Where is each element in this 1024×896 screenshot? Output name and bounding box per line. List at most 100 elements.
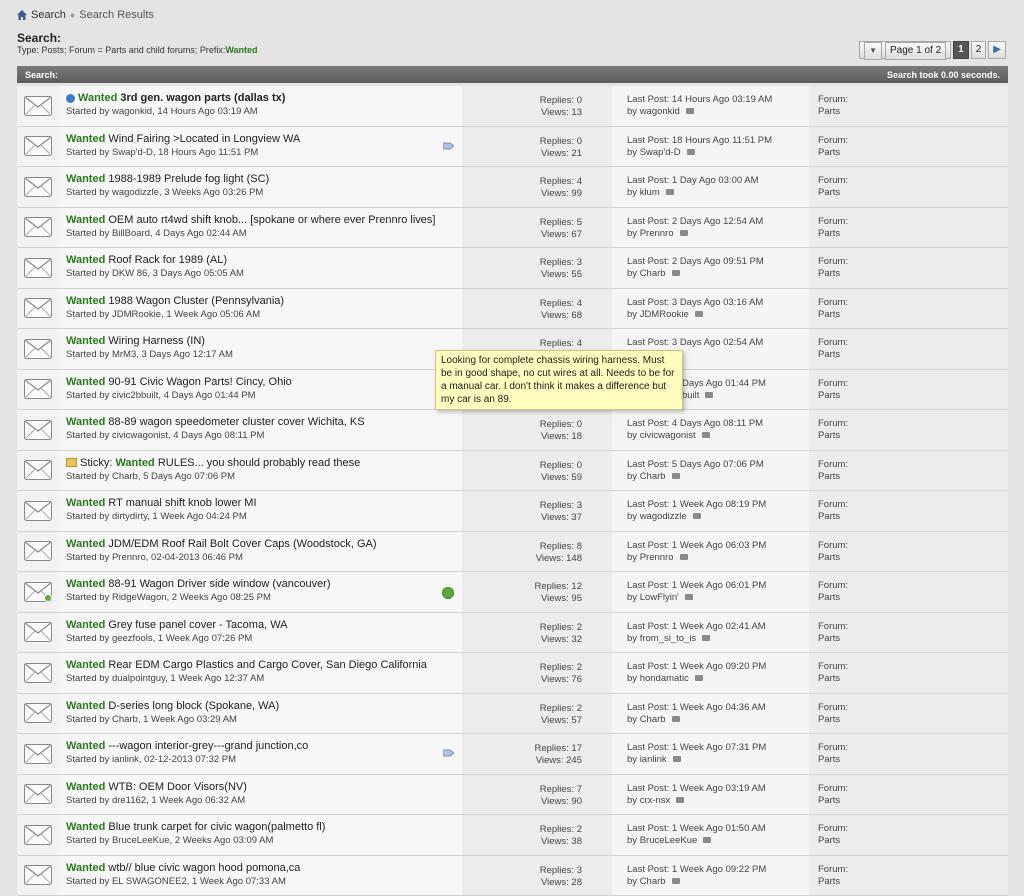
go-to-last-post-icon[interactable] (680, 230, 688, 236)
forum-link[interactable]: Parts (818, 430, 1008, 442)
forum-link[interactable]: Parts (818, 228, 1008, 240)
thread-starter-info[interactable]: Prennro, 02-04-2013 06:46 PM (112, 552, 243, 563)
thread-title-link[interactable]: Roof Rack for 1989 (AL) (108, 254, 227, 266)
thread-starter-info[interactable]: dirtydirty, 1 Week Ago 04:24 PM (112, 511, 247, 522)
page-link-2[interactable]: 2 (971, 41, 987, 59)
thread-status-cell[interactable] (17, 653, 59, 693)
thread-status-cell[interactable] (17, 532, 59, 572)
forum-link[interactable]: Parts (818, 835, 1008, 847)
thread-title-link[interactable]: wtb// blue civic wagon hood pomona,ca (108, 862, 300, 874)
go-to-last-post-icon[interactable] (680, 554, 688, 560)
thread-status-cell[interactable] (17, 329, 59, 369)
last-post-user[interactable]: LowFlyin' (640, 592, 679, 603)
thread-status-cell[interactable] (17, 775, 59, 815)
thread-starter-info[interactable]: ianlink, 02-12-2013 07:32 PM (112, 754, 236, 765)
thread-row[interactable]: Sticky: Wanted RULES... you should proba… (17, 451, 1008, 492)
thread-title-link[interactable]: 90-91 Civic Wagon Parts! Cincy, Ohio (108, 376, 291, 388)
forum-link[interactable]: Parts (818, 187, 1008, 199)
thread-title-link[interactable]: ---wagon interior-grey---grand junction,… (108, 740, 308, 752)
thread-title-link[interactable]: D-series long block (Spokane, WA) (108, 700, 279, 712)
thread-title-link[interactable]: RULES... you should probably read these (158, 457, 360, 469)
last-post-user[interactable]: built (682, 390, 699, 401)
forum-link[interactable]: Parts (818, 754, 1008, 766)
thread-title-link[interactable]: 3rd gen. wagon parts (dallas tx) (120, 92, 285, 104)
thread-title-link[interactable]: OEM auto rt4wd shift knob... [spokane or… (108, 214, 435, 226)
thread-title-link[interactable]: Wind Fairing >Located in Longview WA (108, 133, 300, 145)
thread-row[interactable]: Wanted OEM auto rt4wd shift knob... [spo… (17, 208, 1008, 249)
last-post-user[interactable]: Swap'd-D (640, 147, 681, 158)
thread-title-link[interactable]: 1988-1989 Prelude fog light (SC) (108, 173, 269, 185)
thread-title-link[interactable]: Blue trunk carpet for civic wagon(palmet… (108, 821, 325, 833)
last-post-user[interactable]: wagonkid (640, 106, 680, 117)
forum-link[interactable]: Parts (818, 268, 1008, 280)
thread-row[interactable]: Wanted Wind Fairing >Located in Longview… (17, 127, 1008, 168)
thread-title-link[interactable]: 88-89 wagon speedometer cluster cover Wi… (108, 416, 364, 428)
thread-status-cell[interactable] (17, 167, 59, 207)
thread-status-cell[interactable] (17, 86, 59, 126)
thread-title-link[interactable]: Grey fuse panel cover - Tacoma, WA (108, 619, 287, 631)
thread-status-cell[interactable] (17, 491, 59, 531)
thread-status-cell[interactable] (17, 127, 59, 167)
thread-status-cell[interactable] (17, 613, 59, 653)
thread-row[interactable]: Wanted 1988-1989 Prelude fog light (SC)S… (17, 167, 1008, 208)
thread-row[interactable]: Wanted RT manual shift knob lower MIStar… (17, 491, 1008, 532)
last-post-user[interactable]: hondamatic (640, 673, 689, 684)
thread-row[interactable]: Wanted 3rd gen. wagon parts (dallas tx)S… (17, 86, 1008, 127)
breadcrumb-search-link[interactable]: Search (31, 9, 66, 21)
thread-title-link[interactable]: RT manual shift knob lower MI (108, 497, 256, 509)
thread-row[interactable]: Wanted 1988 Wagon Cluster (Pennsylvania)… (17, 289, 1008, 330)
thread-starter-info[interactable]: Charb, 5 Days Ago 07:06 PM (112, 471, 235, 482)
go-to-last-post-icon[interactable] (673, 756, 681, 762)
thread-starter-info[interactable]: dualpointguy, 1 Week Ago 12:37 AM (112, 673, 264, 684)
thread-starter-info[interactable]: BillBoard, 4 Days Ago 02:44 AM (112, 228, 247, 239)
thread-starter-info[interactable]: EL SWAGONEE2, 1 Week Ago 07:33 AM (112, 876, 286, 887)
thread-title-link[interactable]: Rear EDM Cargo Plastics and Cargo Cover,… (108, 659, 427, 671)
last-post-user[interactable]: Prennro (640, 552, 674, 563)
page-dropdown[interactable]: ▼Page 1 of 2 (859, 41, 951, 59)
go-to-last-post-icon[interactable] (702, 432, 710, 438)
home-icon[interactable] (17, 10, 27, 20)
last-post-user[interactable]: Prennro (640, 228, 674, 239)
thread-title-link[interactable]: 1988 Wagon Cluster (Pennsylvania) (108, 295, 284, 307)
thread-status-cell[interactable] (17, 815, 59, 855)
thread-row[interactable]: Wanted Rear EDM Cargo Plastics and Cargo… (17, 653, 1008, 694)
thread-row[interactable]: Wanted Roof Rack for 1989 (AL)Started by… (17, 248, 1008, 289)
thread-starter-info[interactable]: Swap'd-D, 18 Hours Ago 11:51 PM (112, 147, 258, 158)
forum-link[interactable]: Parts (818, 106, 1008, 118)
last-post-user[interactable]: civicwagonist (640, 430, 696, 441)
go-to-last-post-icon[interactable] (672, 878, 680, 884)
forum-link[interactable]: Parts (818, 309, 1008, 321)
thread-row[interactable]: Wanted ---wagon interior-grey---grand ju… (17, 734, 1008, 775)
forum-link[interactable]: Parts (818, 673, 1008, 685)
thread-title-link[interactable]: WTB: OEM Door Visors(NV) (108, 781, 247, 793)
forum-link[interactable]: Parts (818, 471, 1008, 483)
thread-starter-info[interactable]: dre1162, 1 Week Ago 06:32 AM (112, 795, 245, 806)
next-page-icon[interactable]: ▶ (988, 41, 1006, 59)
forum-link[interactable]: Parts (818, 795, 1008, 807)
forum-link[interactable]: Parts (818, 876, 1008, 888)
go-to-last-post-icon[interactable] (695, 675, 703, 681)
thread-title-link[interactable]: JDM/EDM Roof Rail Bolt Cover Caps (Woods… (108, 538, 376, 550)
go-to-last-post-icon[interactable] (686, 108, 694, 114)
thread-row[interactable]: Wanted Blue trunk carpet for civic wagon… (17, 815, 1008, 856)
forum-link[interactable]: Parts (818, 592, 1008, 604)
thread-starter-info[interactable]: DKW 86, 3 Days Ago 05:05 AM (112, 268, 244, 279)
thread-status-cell[interactable] (17, 572, 59, 612)
thread-row[interactable]: Wanted JDM/EDM Roof Rail Bolt Cover Caps… (17, 532, 1008, 573)
last-post-user[interactable]: crx-nsx (640, 795, 671, 806)
thread-starter-info[interactable]: wagonkid, 14 Hours Ago 03:19 AM (112, 106, 258, 117)
thread-row[interactable]: Wanted 88-91 Wagon Driver side window (v… (17, 572, 1008, 613)
last-post-user[interactable]: ianlink (640, 754, 667, 765)
forum-link[interactable]: Parts (818, 390, 1008, 402)
go-to-last-post-icon[interactable] (672, 716, 680, 722)
thread-status-cell[interactable] (17, 856, 59, 896)
thread-row[interactable]: Wanted D-series long block (Spokane, WA)… (17, 694, 1008, 735)
thread-status-cell[interactable] (17, 734, 59, 774)
thread-row[interactable]: Wanted Grey fuse panel cover - Tacoma, W… (17, 613, 1008, 654)
go-to-last-post-icon[interactable] (666, 189, 674, 195)
go-to-last-post-icon[interactable] (676, 797, 684, 803)
go-to-last-post-icon[interactable] (693, 513, 701, 519)
thread-status-cell[interactable] (17, 451, 59, 491)
thread-row[interactable]: Wanted wtb// blue civic wagon hood pomon… (17, 856, 1008, 896)
thread-starter-info[interactable]: geezfools, 1 Week Ago 07:26 PM (112, 633, 252, 644)
